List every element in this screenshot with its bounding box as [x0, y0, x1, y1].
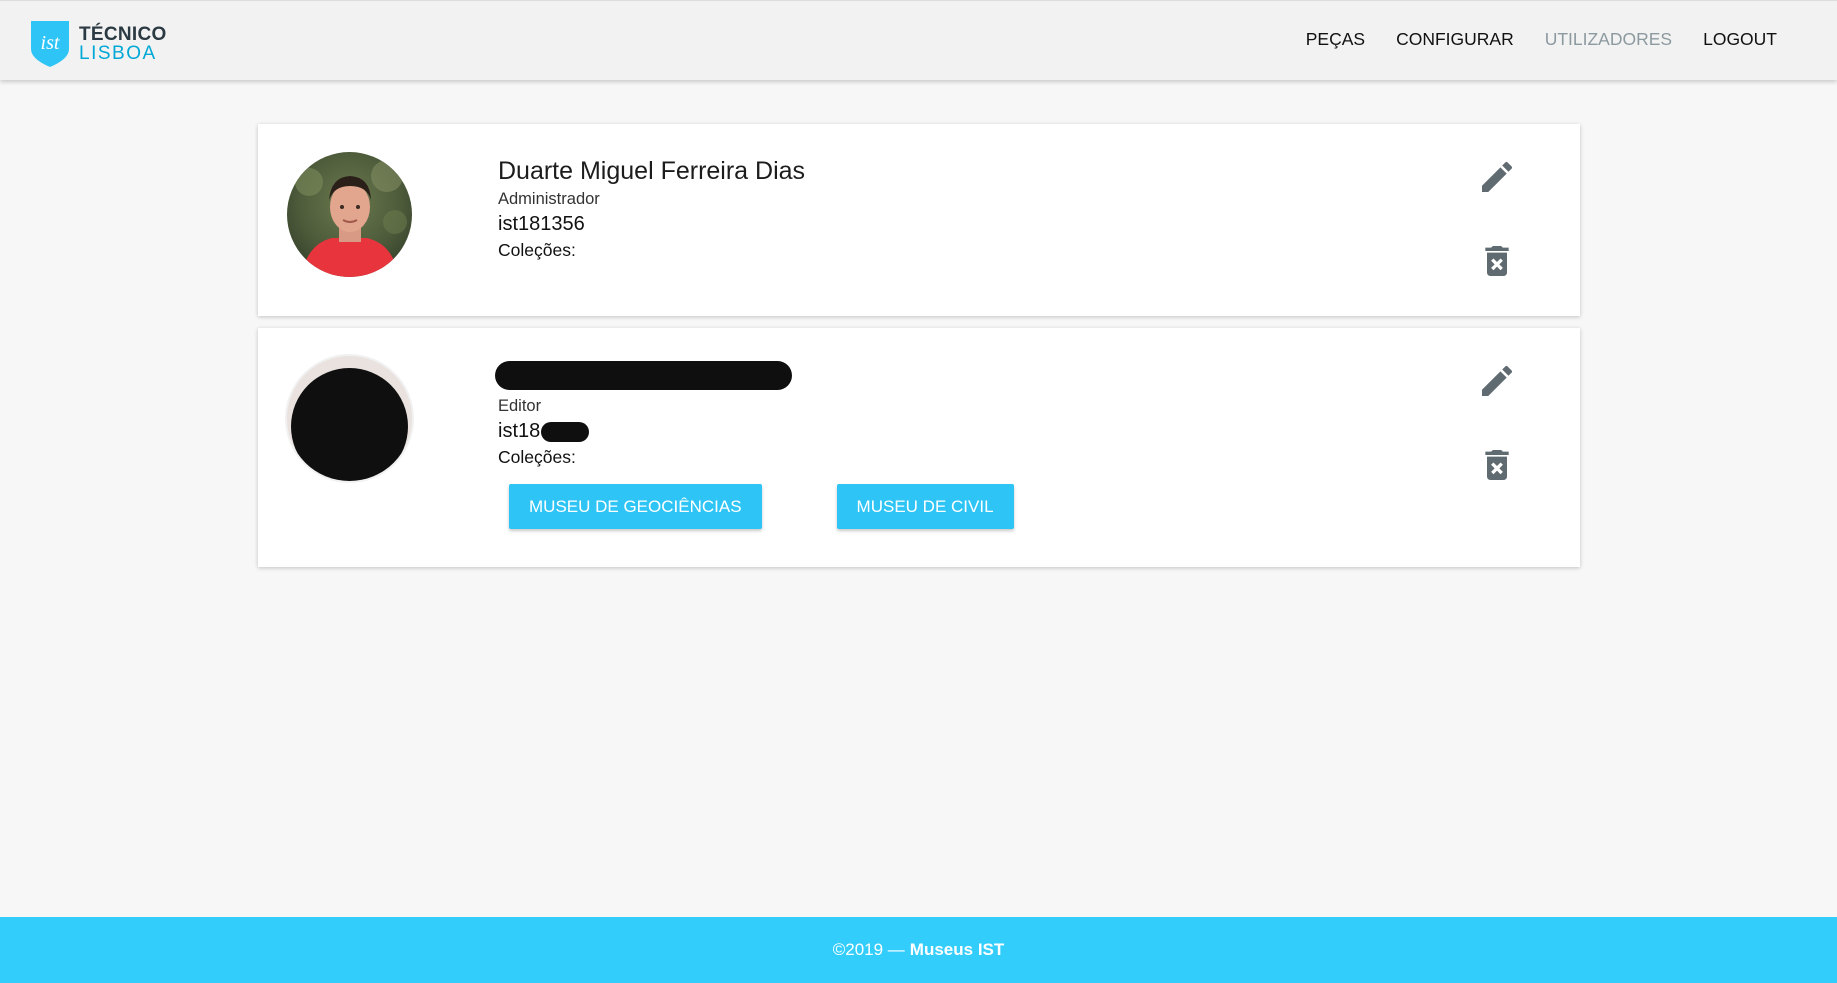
edit-user-button[interactable] [1476, 156, 1518, 198]
collection-chip-geociencias[interactable]: MUSEU DE GEOCIÊNCIAS [509, 484, 762, 529]
avatar-redaction [291, 368, 408, 481]
edit-user-button[interactable] [1476, 360, 1518, 402]
user-name: Duarte Miguel Ferreira Dias [498, 157, 806, 185]
user-name [495, 361, 792, 395]
trash-icon [1485, 450, 1509, 480]
user-role: Administrador [498, 190, 600, 208]
delete-user-button[interactable] [1476, 240, 1518, 282]
pencil-icon [1482, 365, 1513, 396]
logo-line-2: LISBOA [79, 43, 157, 64]
user-id: ist181356 [498, 213, 585, 235]
user-role: Editor [498, 397, 542, 415]
footer: ©2019 — Museus IST [0, 917, 1837, 983]
id-redaction [541, 421, 590, 442]
collection-chip-civil[interactable]: MUSEU DE CIVIL [836, 484, 1014, 529]
avatar [287, 356, 412, 481]
logo-mark: ist [41, 32, 60, 54]
user-photo [287, 152, 412, 277]
collection-chips: MUSEU DE GEOCIÊNCIAS MUSEU DE CIVIL [509, 484, 1014, 529]
name-redaction [495, 361, 792, 390]
avatar [287, 152, 412, 277]
logo-line-1: TÉCNICO [79, 24, 167, 45]
user-card: Editor ist18 Coleções: MUSEU DE GEOCIÊNC… [258, 328, 1580, 567]
nav-logout[interactable]: LOGOUT [1703, 29, 1777, 50]
pencil-icon [1482, 161, 1513, 192]
ist-shield-logo-icon: ist [31, 21, 69, 67]
trash-icon [1485, 246, 1509, 276]
user-card: Duarte Miguel Ferreira Dias Administrado… [258, 124, 1580, 316]
user-info: Editor ist18 Coleções: [495, 358, 792, 468]
nav-pecas[interactable]: PEÇAS [1306, 29, 1365, 50]
user-id: ist18 [498, 420, 792, 443]
main-nav: PEÇAS CONFIGURAR UTILIZADORES LOGOUT [1306, 29, 1777, 50]
delete-user-button[interactable] [1476, 444, 1518, 486]
tecnico-lisboa-logo[interactable]: ist TÉCNICO LISBOA [29, 19, 167, 69]
nav-utilizadores[interactable]: UTILIZADORES [1545, 29, 1672, 50]
user-info: Duarte Miguel Ferreira Dias Administrado… [498, 154, 805, 261]
nav-configurar[interactable]: CONFIGURAR [1396, 29, 1514, 50]
footer-copyright: ©2019 — [832, 940, 905, 959]
collections-label: Coleções: [498, 240, 576, 260]
footer-brand[interactable]: Museus IST [910, 940, 1004, 960]
top-navbar: ist TÉCNICO LISBOA PEÇAS CONFIGURAR UTIL… [0, 0, 1837, 80]
collections-label: Coleções: [498, 447, 576, 467]
